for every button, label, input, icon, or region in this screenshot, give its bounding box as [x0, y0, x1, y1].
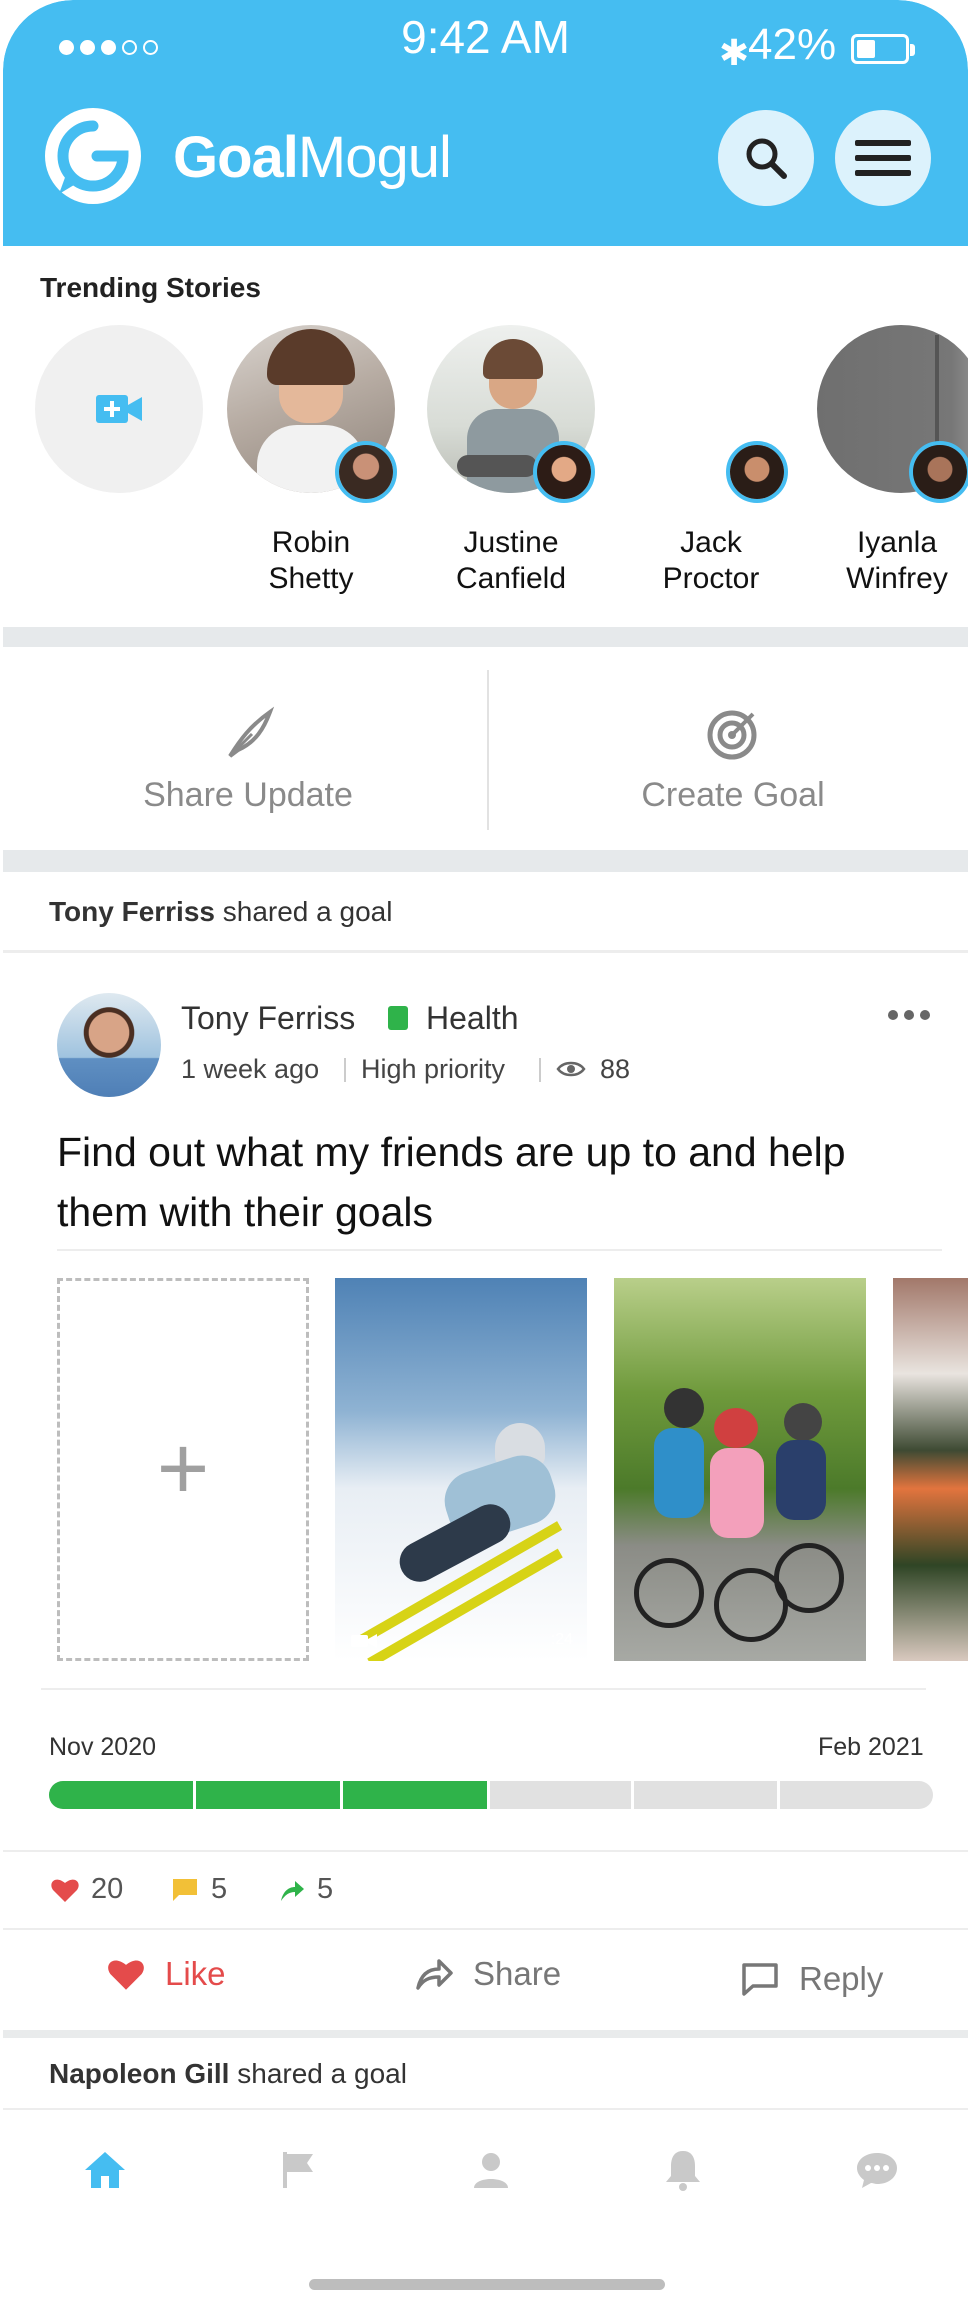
story-name: Robin Shetty [268, 526, 354, 595]
section-divider [3, 627, 968, 647]
progress-separator [777, 1781, 780, 1809]
share-update-button[interactable]: Share Update [83, 670, 413, 850]
home-icon [85, 2152, 125, 2188]
divider [3, 1850, 968, 1852]
story-avatar [726, 441, 788, 503]
story-item[interactable]: Robin Shetty [227, 325, 397, 595]
likes-count: 20 [51, 1873, 123, 1906]
add-story-button[interactable] [35, 325, 205, 493]
tab-profile[interactable] [461, 2140, 521, 2200]
end-date: Feb 2021 [818, 1733, 924, 1761]
tab-goals[interactable] [269, 2140, 329, 2200]
battery-percent: 42% [748, 20, 837, 69]
search-icon [746, 138, 787, 179]
reply-label: Reply [799, 1960, 884, 1997]
media-thumb-bikes[interactable] [614, 1278, 866, 1661]
like-button[interactable]: Like [107, 1955, 226, 1993]
bell-icon [666, 2151, 700, 2191]
post-category[interactable]: Health [426, 1000, 519, 1037]
flag-icon [283, 2152, 313, 2188]
media-thumb-food[interactable] [893, 1278, 968, 1661]
app-screen: 9:42 AM ✱ 42% GoalMogul Trending Stories [3, 0, 968, 2312]
divider [3, 950, 968, 953]
profile-icon [474, 2153, 508, 2188]
action-divider [487, 670, 489, 830]
add-media-button[interactable]: + [57, 1278, 309, 1661]
share-button[interactable]: Share [415, 1955, 561, 1993]
shared-goal-header: Napoleon Gill shared a goal [49, 2058, 407, 2089]
shared-goal-header: Tony Ferriss shared a goal [49, 896, 393, 927]
goalmogul-logo-icon [45, 108, 141, 204]
heart-icon [108, 1960, 144, 1990]
comment-icon [173, 1878, 197, 1901]
post-text: Find out what my friends are up to and h… [57, 1129, 846, 1235]
reply-button[interactable]: Reply [741, 1960, 883, 1998]
author-avatar[interactable] [57, 993, 161, 1097]
more-options-icon[interactable] [888, 1010, 930, 1020]
comments-count: 5 [171, 1873, 227, 1906]
video-duration: :24 [550, 1631, 573, 1648]
video-icon [351, 1634, 377, 1648]
tab-messages[interactable] [847, 2140, 907, 2200]
tab-home[interactable] [75, 2140, 135, 2200]
meta-separator [539, 1058, 541, 1082]
story-name: Jack Proctor [662, 526, 760, 595]
meta-separator [344, 1058, 346, 1082]
section-divider [3, 850, 968, 872]
app-header: 9:42 AM ✱ 42% GoalMogul [3, 0, 968, 246]
search-button[interactable] [718, 110, 814, 206]
story-item[interactable]: Justine Canfield [427, 325, 597, 595]
menu-button[interactable] [835, 110, 931, 206]
heart-icon [51, 1879, 79, 1902]
tab-notifications[interactable] [653, 2140, 713, 2200]
post-priority: High priority [361, 1054, 506, 1084]
media-thumb-ski[interactable]: :24 [335, 1278, 587, 1661]
progress-separator [487, 1781, 490, 1809]
story-avatar [533, 441, 595, 503]
reply-icon [742, 1963, 778, 1996]
story-name: Iyanla Winfrey [846, 526, 948, 595]
progress-separator [193, 1781, 196, 1809]
hamburger-icon [855, 140, 911, 176]
video-add-icon [96, 395, 142, 423]
plus-icon: + [156, 1419, 210, 1519]
progress-fill [49, 1781, 487, 1809]
divider [3, 1928, 968, 1930]
story-avatar [909, 441, 968, 503]
home-indicator[interactable] [309, 2279, 665, 2290]
post-time: 1 week ago [181, 1054, 320, 1084]
divider [3, 2108, 968, 2110]
start-date: Nov 2020 [49, 1733, 157, 1761]
share-update-label: Share Update [143, 775, 353, 814]
share-label: Share [473, 1955, 562, 1992]
divider [41, 1688, 926, 1690]
progress-separator [340, 1781, 343, 1809]
eye-icon [556, 1061, 586, 1077]
share-arrow-icon [281, 1880, 304, 1901]
create-goal-button[interactable]: Create Goal [563, 670, 903, 850]
share-icon [416, 1959, 453, 1990]
shares-count: 5 [277, 1873, 333, 1906]
post-views: 88 [600, 1054, 631, 1084]
story-avatar [335, 441, 397, 503]
feather-icon [228, 706, 275, 758]
progress-separator [631, 1781, 634, 1809]
brand-name: GoalMogul [173, 125, 452, 190]
category-icon [388, 1006, 408, 1030]
chat-icon [857, 2153, 897, 2188]
bluetooth-icon: ✱ [719, 32, 750, 73]
divider [57, 1249, 942, 1251]
story-name: Justine Canfield [455, 526, 567, 595]
trending-stories-title: Trending Stories [40, 272, 261, 303]
battery-icon [851, 34, 915, 64]
target-icon [707, 710, 757, 759]
post-author[interactable]: Tony Ferriss [181, 1000, 355, 1037]
create-goal-label: Create Goal [641, 775, 825, 814]
like-label: Like [165, 1955, 226, 1992]
section-divider [3, 2030, 968, 2038]
story-item[interactable]: Iyanla Winfrey [817, 325, 968, 595]
